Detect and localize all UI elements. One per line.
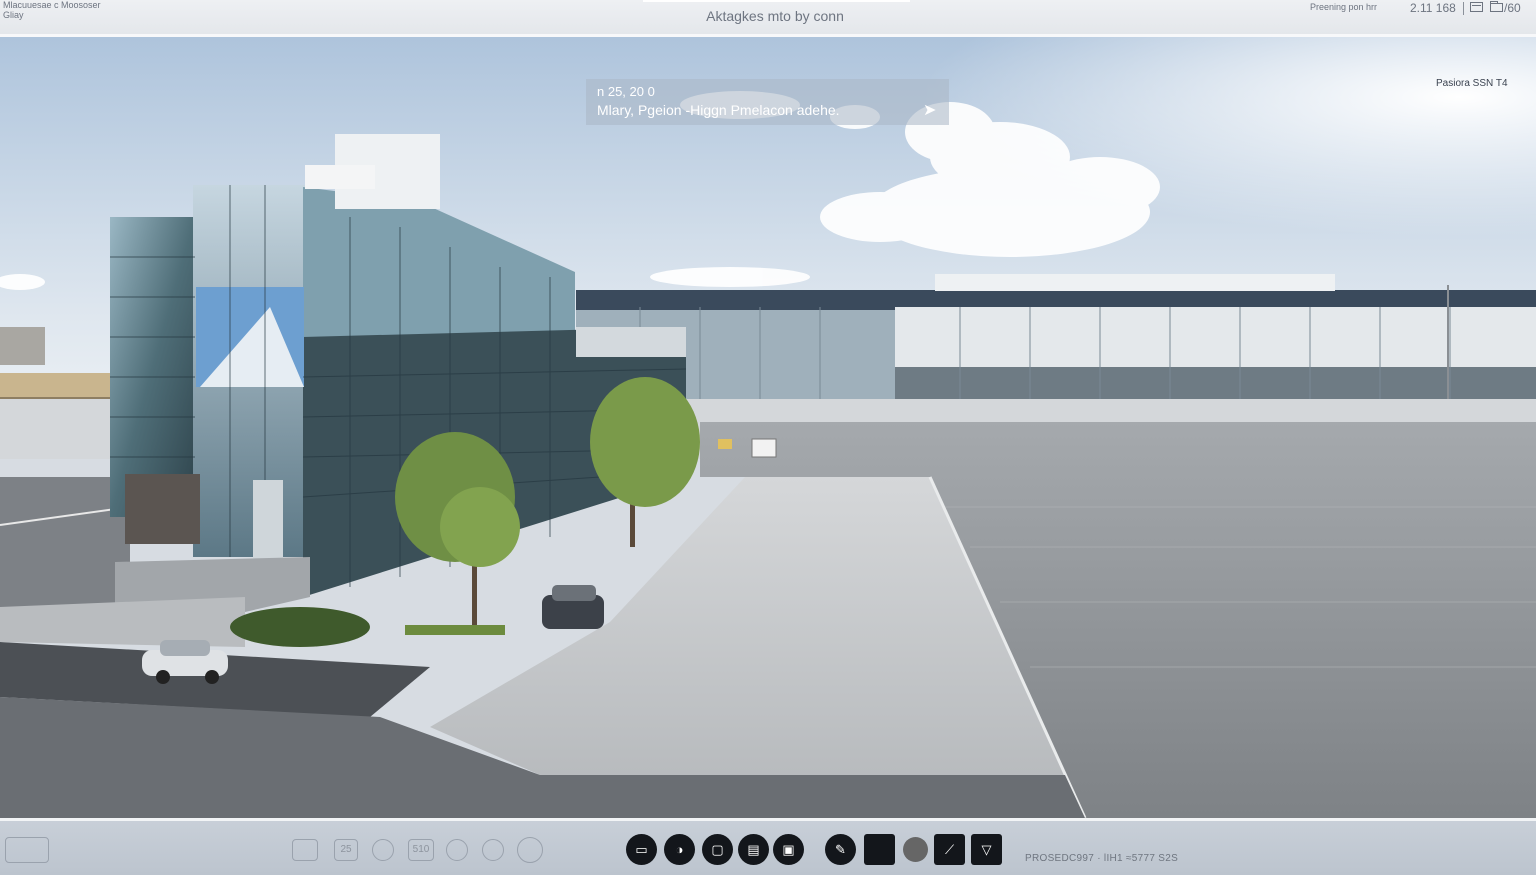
tool-button-4[interactable]: 510 <box>408 839 434 861</box>
triangle-icon[interactable]: ▽ <box>971 834 1002 865</box>
window-icon[interactable] <box>1470 2 1483 12</box>
window-title: Aktagkes mto by conn <box>706 8 844 24</box>
tool-button-2[interactable]: 25 <box>334 839 358 861</box>
divider <box>1463 2 1464 15</box>
square-icon[interactable] <box>864 834 895 865</box>
photo-caption-overlay[interactable]: n 25, 20 0 Mlary, Pgeion -Higgn Pmelacon… <box>586 79 949 125</box>
pen-icon[interactable]: ✎ <box>825 834 856 865</box>
panel-toggle-button[interactable] <box>5 837 49 863</box>
tool-button-5[interactable] <box>446 839 468 861</box>
color-wheel-icon[interactable]: ◑ <box>664 834 695 865</box>
draw-icon[interactable]: ⟋ <box>934 834 965 865</box>
frame-icon[interactable]: ▢ <box>702 834 733 865</box>
screen-icon[interactable]: ▭ <box>626 834 657 865</box>
gallery-icon[interactable]: ▣ <box>773 834 804 865</box>
location-label: Pasiora SSN T4 <box>1436 78 1508 89</box>
caption-timestamp: n 25, 20 0 <box>597 84 655 99</box>
app-name-label: Mlacuuesae c Moososer <box>3 0 101 10</box>
settings-icon[interactable] <box>517 837 543 863</box>
arrow-right-icon[interactable]: ➤ <box>923 100 936 120</box>
caption-text: Mlary, Pgeion -Higgn Pmelacon adehe. <box>597 102 840 118</box>
bottom-toolbar: 25 510 ▭ ◑ ▢ ▤ ▣ ✎ ⟋ ▽ PROSEDC997 · lIH1… <box>0 818 1536 875</box>
status-count: 2.11 168 <box>1410 1 1456 15</box>
tool-button-6[interactable] <box>482 839 504 861</box>
chat-icon[interactable]: ▤ <box>738 834 769 865</box>
app-subtitle-label: Gliay <box>3 10 24 20</box>
car-dark <box>542 585 604 629</box>
page-indicator: /60 <box>1504 1 1521 15</box>
photo-viewport[interactable]: n 25, 20 0 Mlary, Pgeion -Higgn Pmelacon… <box>0 37 1536 818</box>
record-icon[interactable] <box>903 837 928 862</box>
tool-button-3[interactable] <box>372 839 394 861</box>
folder-icon[interactable] <box>1490 1 1503 12</box>
architecture-photo <box>0 37 1536 818</box>
status-label: Preening pon hrr <box>1310 2 1378 12</box>
title-highlight <box>643 0 910 2</box>
top-bar: Mlacuuesae c Moososer Gliay Aktagkes mto… <box>0 0 1536 37</box>
tool-button-1[interactable] <box>292 839 318 861</box>
status-text: PROSEDC997 · lIH1 ≈5777 S2S <box>1025 853 1179 864</box>
